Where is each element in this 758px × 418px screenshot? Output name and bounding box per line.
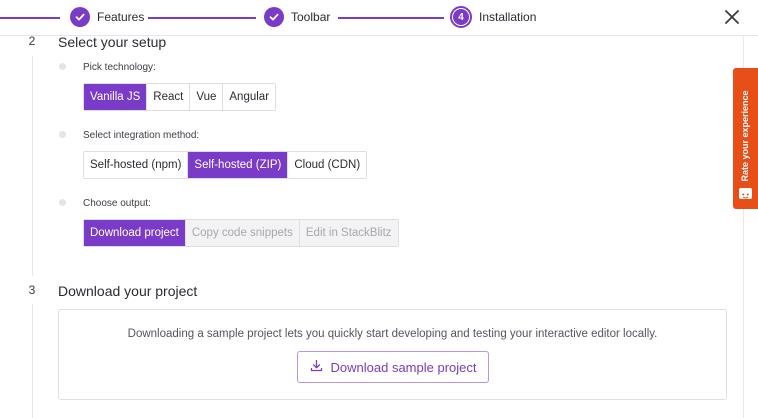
section-title: Select your setup [58, 34, 167, 50]
option-self-hosted-npm[interactable]: Self-hosted (npm) [84, 152, 189, 178]
option-copy-code-snippets: Copy code snippets [185, 220, 300, 246]
rate-experience-tab[interactable]: Rate your experience [733, 68, 758, 209]
option-vanilla-js[interactable]: Vanilla JS [84, 84, 148, 110]
step-installation-number[interactable]: 4 [450, 6, 472, 28]
option-download-project[interactable]: Download project [84, 220, 186, 246]
download-sample-project-button[interactable]: Download sample project [297, 351, 489, 383]
group-marker [59, 131, 66, 138]
output-selector: Download project Copy code snippets Edit… [83, 219, 399, 247]
integration-method-label: Select integration method: [83, 130, 200, 141]
integration-method-selector: Self-hosted (npm) Self-hosted (ZIP) Clou… [83, 151, 368, 179]
section-number: 3 [28, 283, 36, 297]
feedback-icon [739, 188, 752, 199]
option-cloud-cdn[interactable]: Cloud (CDN) [288, 152, 367, 178]
step-toolbar-label[interactable]: Toolbar [291, 10, 330, 24]
option-angular[interactable]: Angular [223, 84, 276, 110]
step-installation-label[interactable]: Installation [479, 10, 536, 24]
step-features-label[interactable]: Features [97, 10, 144, 24]
output-label: Choose output: [83, 198, 151, 209]
download-icon [310, 359, 323, 375]
option-self-hosted-zip[interactable]: Self-hosted (ZIP) [188, 152, 289, 178]
section-title: Download your project [58, 283, 198, 299]
step-connector [338, 17, 444, 19]
download-description: Downloading a sample project lets you qu… [127, 328, 658, 340]
section-connector-line [32, 56, 33, 276]
step-connector [148, 17, 256, 19]
step-connector [0, 17, 60, 19]
section-number: 2 [28, 34, 36, 48]
option-edit-in-stackblitz: Edit in StackBlitz [299, 220, 398, 246]
download-button-label: Download sample project [330, 359, 477, 375]
technology-selector: Vanilla JS React Vue Angular [83, 83, 277, 111]
stepper: Features Toolbar 4 Installation [0, 0, 758, 36]
group-marker [59, 199, 66, 206]
rate-experience-label: Rate your experience [740, 90, 750, 182]
option-vue[interactable]: Vue [190, 84, 224, 110]
download-panel: Downloading a sample project lets you qu… [58, 309, 727, 400]
group-marker [59, 63, 66, 70]
technology-label: Pick technology: [83, 62, 156, 73]
close-icon[interactable] [724, 9, 740, 25]
step-toolbar-check-icon[interactable] [264, 7, 284, 27]
step-features-check-icon[interactable] [70, 7, 90, 27]
section-connector-line [32, 304, 33, 418]
option-react[interactable]: React [147, 84, 191, 110]
